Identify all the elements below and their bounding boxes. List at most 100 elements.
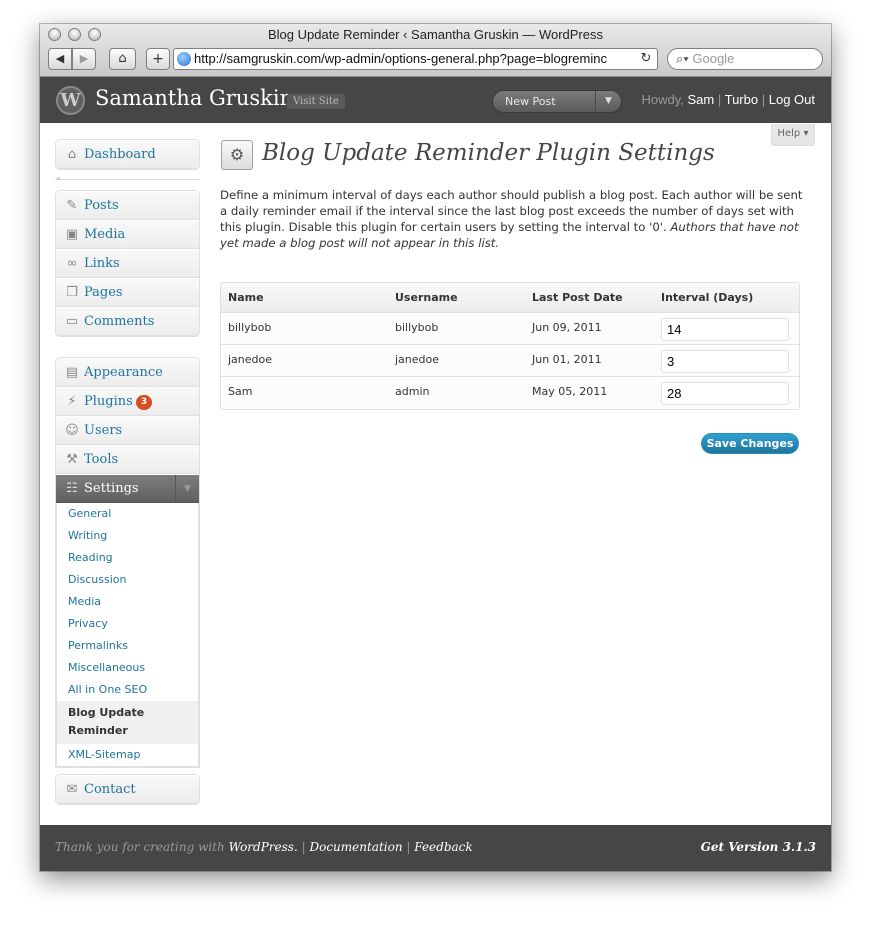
sidebar-item-dashboard[interactable]: ⌂ Dashboard — [56, 140, 199, 169]
sidebar-item-contact[interactable]: ✉ Contact — [56, 775, 199, 804]
column-header-username: Username — [388, 283, 525, 313]
footer-thanks: Thank you for creating with — [55, 840, 225, 854]
author-last-post-date: Jun 01, 2011 — [525, 345, 654, 377]
collapse-arrows-icon: « — [56, 174, 61, 183]
sidebar-item-label: Contact — [84, 782, 136, 797]
address-bar[interactable]: http://samgruskin.com/wp-admin/options-g… — [173, 48, 658, 70]
link-icon: ∞ — [66, 256, 78, 271]
sidebar-item-label: Media — [84, 227, 126, 242]
search-placeholder: Google — [692, 51, 735, 66]
author-username: billybob — [388, 313, 525, 345]
user-greeting: Howdy, Sam | Turbo | Log Out — [641, 92, 815, 107]
sidebar-item-label: Tools — [84, 452, 119, 467]
sidebar-item-label: Links — [84, 256, 120, 271]
site-title[interactable]: Samantha Gruskin — [95, 86, 293, 110]
submenu-item-xml-sitemap[interactable]: XML-Sitemap — [57, 744, 198, 766]
page-title: Blog Update Reminder Plugin Settings — [262, 140, 715, 166]
chevron-down-icon[interactable]: ▼ — [175, 475, 199, 503]
plug-icon: ⚡ — [67, 394, 77, 409]
feedback-link[interactable]: Feedback — [414, 840, 472, 854]
submenu-item-reading[interactable]: Reading — [57, 547, 198, 569]
save-changes-button[interactable]: Save Changes — [701, 433, 799, 454]
documentation-link[interactable]: Documentation — [309, 840, 402, 854]
submenu-item-blog-update-reminder[interactable]: Blog Update Reminder — [57, 701, 198, 744]
submenu-item-miscellaneous[interactable]: Miscellaneous — [57, 657, 198, 679]
separator: | — [406, 840, 411, 854]
interval-input[interactable] — [661, 318, 789, 341]
sidebar-item-media[interactable]: ▣ Media — [56, 220, 199, 249]
submenu-item-media[interactable]: Media — [57, 591, 198, 613]
add-bookmark-button[interactable]: + — [146, 48, 170, 70]
forward-button[interactable]: ▶ — [72, 48, 96, 70]
sidebar-item-label: Pages — [84, 285, 123, 300]
menu-group-admin: ▤ Appearance ⚡ Plugins 3 ☺ Users ⚒ Tools ☷ Set… — [55, 357, 200, 768]
author-name: janedoe — [221, 345, 388, 377]
help-label: Help — [777, 128, 801, 139]
wordpress-link[interactable]: WordPress. — [229, 840, 298, 854]
settings-submenu: General Writing Reading Discussion Media… — [56, 503, 199, 767]
submenu-item-writing[interactable]: Writing — [57, 525, 198, 547]
user-link[interactable]: Sam — [687, 92, 714, 107]
table-row: janedoe janedoe Jun 01, 2011 — [221, 345, 799, 377]
sidebar-item-links[interactable]: ∞ Links — [56, 249, 199, 278]
sidebar-item-settings[interactable]: ☷ Settings ▼ — [56, 474, 199, 503]
sidebar-item-label: Dashboard — [84, 147, 156, 162]
author-last-post-date: May 05, 2011 — [525, 377, 654, 409]
authors-table: Name Username Last Post Date Interval (D… — [220, 282, 800, 410]
menu-group-content: ✎ Posts ▣ Media ∞ Links ❐ Pages ▭ Comments — [55, 190, 200, 337]
browser-chrome: Blog Update Reminder ‹ Samantha Gruskin … — [40, 24, 831, 77]
author-last-post-date: Jun 09, 2011 — [525, 313, 654, 345]
submenu-item-permalinks[interactable]: Permalinks — [57, 635, 198, 657]
submenu-item-all-in-one-seo[interactable]: All in One SEO — [57, 679, 198, 701]
appearance-icon: ▤ — [65, 365, 79, 380]
interval-cell — [654, 377, 799, 409]
settings-page-icon: ⚙ — [221, 140, 253, 170]
sidebar-item-tools[interactable]: ⚒ Tools — [56, 445, 199, 474]
menu-separator[interactable]: « — [55, 174, 200, 187]
new-post-label: New Post — [505, 95, 556, 108]
chevron-down-icon: ▾ — [803, 128, 809, 139]
interval-input[interactable] — [661, 350, 789, 373]
sidebar-item-plugins[interactable]: ⚡ Plugins 3 — [56, 387, 199, 416]
wordpress-logo-icon: W — [56, 86, 85, 115]
column-header-interval: Interval (Days) — [654, 283, 799, 313]
sidebar-item-pages[interactable]: ❐ Pages — [56, 278, 199, 307]
globe-icon — [177, 52, 191, 66]
column-header-last-post-date: Last Post Date — [525, 283, 654, 313]
get-version-link[interactable]: Get Version 3.1.3 — [701, 840, 816, 854]
separator: | — [717, 92, 722, 107]
help-tab[interactable]: Help ▾ — [771, 124, 815, 146]
page-description: Define a minimum interval of days each a… — [220, 187, 805, 251]
comment-icon: ▭ — [65, 314, 79, 329]
home-button[interactable]: ⌂ — [109, 48, 136, 70]
chevron-down-icon[interactable]: ▼ — [595, 91, 621, 112]
search-field[interactable]: ⌕▾ Google — [667, 48, 823, 70]
interval-input[interactable] — [661, 382, 789, 405]
submenu-item-privacy[interactable]: Privacy — [57, 613, 198, 635]
pin-icon: ✎ — [66, 198, 78, 213]
sidebar-item-comments[interactable]: ▭ Comments — [56, 307, 199, 336]
logout-link[interactable]: Log Out — [769, 92, 815, 107]
update-count-badge: 3 — [135, 395, 153, 410]
sidebar-item-label: Plugins — [84, 394, 133, 409]
sidebar-item-appearance[interactable]: ▤ Appearance — [56, 358, 199, 387]
contact-icon: ✉ — [66, 782, 78, 797]
turbo-link[interactable]: Turbo — [725, 92, 758, 107]
submenu-item-discussion[interactable]: Discussion — [57, 569, 198, 591]
reload-button[interactable]: ↻ — [637, 50, 655, 68]
menu-group-contact: ✉ Contact — [55, 774, 200, 805]
author-username: admin — [388, 377, 525, 409]
window-title: Blog Update Reminder ‹ Samantha Gruskin … — [267, 27, 603, 42]
dashboard-icon: ⌂ — [67, 147, 77, 162]
visit-site-button[interactable]: Visit Site — [287, 94, 345, 109]
sidebar-item-posts[interactable]: ✎ Posts — [56, 191, 199, 220]
back-button[interactable]: ◀ — [48, 48, 72, 70]
new-post-button[interactable]: New Post ▼ — [492, 90, 622, 113]
sidebar-item-label: Comments — [84, 314, 155, 329]
submenu-item-general[interactable]: General — [57, 503, 198, 525]
table-row: billybob billybob Jun 09, 2011 — [221, 313, 799, 345]
media-icon: ▣ — [65, 227, 79, 242]
sidebar-item-label: Appearance — [84, 365, 163, 380]
browser-window: Blog Update Reminder ‹ Samantha Gruskin … — [40, 24, 831, 871]
sidebar-item-users[interactable]: ☺ Users — [56, 416, 199, 445]
